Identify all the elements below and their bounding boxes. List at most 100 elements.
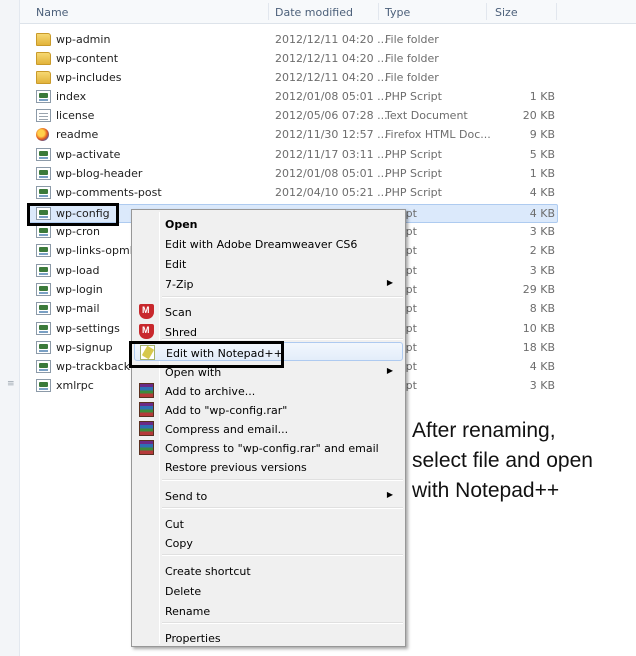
menu-item-create-shortcut[interactable]: Create shortcut <box>134 561 403 580</box>
column-header-bar: Name Date modified Type Size <box>20 0 636 24</box>
submenu-arrow-icon: ▶ <box>386 490 393 499</box>
file-type: PHP Script <box>385 148 442 161</box>
menu-separator <box>162 338 403 340</box>
file-size: 4 KB <box>529 360 555 373</box>
menu-item-delete[interactable]: Delete <box>134 581 403 600</box>
menu-item-label: Create shortcut <box>165 565 251 578</box>
annotation-line: After renaming, <box>412 419 556 442</box>
php-file-icon <box>36 186 51 199</box>
file-size: 29 KB <box>522 283 555 296</box>
file-row-index[interactable]: index 2012/01/08 05:01 ... PHP Script 1 KB <box>20 87 636 106</box>
column-header-type[interactable]: Type <box>385 6 410 19</box>
menu-item-rename[interactable]: Rename <box>134 601 403 620</box>
php-file-icon <box>36 148 51 161</box>
menu-item-add-to-archive[interactable]: Add to archive... <box>134 381 403 400</box>
menu-separator <box>162 507 403 509</box>
php-file-icon <box>36 302 51 315</box>
file-name: wp-trackback <box>56 360 131 373</box>
file-name: readme <box>56 128 99 141</box>
folder-icon <box>36 33 51 46</box>
php-file-icon <box>36 225 51 238</box>
menu-item-label: Add to archive... <box>165 385 256 398</box>
file-date: 2012/04/10 05:21 ... <box>275 186 388 199</box>
file-name: wp-login <box>56 283 103 296</box>
menu-item-label: Cut <box>165 518 184 531</box>
pane-resize-grip-icon[interactable]: ≡ <box>7 380 15 389</box>
menu-item-label: Add to "wp-config.rar" <box>165 404 288 417</box>
column-divider[interactable] <box>556 3 557 20</box>
file-size: 4 KB <box>529 207 555 220</box>
file-row-wp-comments-post[interactable]: wp-comments-post 2012/04/10 05:21 ... PHP … <box>20 183 636 202</box>
file-row-wp-content[interactable]: wp-content 2012/12/11 04:20 ... File folde… <box>20 49 636 68</box>
menu-item-label: Send to <box>165 490 208 503</box>
file-name: wp-signup <box>56 341 113 354</box>
file-size: 3 KB <box>529 379 555 392</box>
php-file-icon <box>36 283 51 296</box>
menu-item-edit[interactable]: Edit <box>134 254 403 273</box>
column-header-size[interactable]: Size <box>495 6 518 19</box>
mcafee-icon <box>139 304 154 319</box>
menu-item-label: Compress and email... <box>165 423 289 436</box>
file-type: File folder <box>385 33 439 46</box>
menu-separator <box>162 554 403 556</box>
menu-item-copy[interactable]: Copy <box>134 533 403 552</box>
php-file-icon <box>36 264 51 277</box>
column-header-date-modified[interactable]: Date modified <box>275 6 353 19</box>
file-date: 2012/01/08 05:01 ... <box>275 167 388 180</box>
file-type: File folder <box>385 52 439 65</box>
file-row-readme[interactable]: readme 2012/11/30 12:57 ... Firefox HTML D… <box>20 125 636 144</box>
column-divider[interactable] <box>268 3 269 20</box>
menu-item-compress-and-email[interactable]: Compress and email... <box>134 419 403 438</box>
menu-item-restore-previous-versions[interactable]: Restore previous versions <box>134 457 403 476</box>
file-size: 4 KB <box>529 186 555 199</box>
menu-item-open[interactable]: Open <box>134 214 403 233</box>
menu-item-edit-with-adobe-dreamweaver-cs6[interactable]: Edit with Adobe Dreamweaver CS6 <box>134 234 403 253</box>
php-file-icon <box>36 90 51 103</box>
context-menu: Open Edit with Adobe Dreamweaver CS6 Edit 7… <box>131 209 406 647</box>
notepad-plus-plus-highlight-box <box>129 341 284 368</box>
file-name: wp-blog-header <box>56 167 143 180</box>
file-row-wp-includes[interactable]: wp-includes 2012/12/11 04:20 ... File fold… <box>20 68 636 87</box>
menu-item-send-to[interactable]: Send to ▶ <box>134 486 403 505</box>
menu-separator <box>162 296 403 298</box>
menu-item-label: Edit with Adobe Dreamweaver CS6 <box>165 238 358 251</box>
file-type: File folder <box>385 71 439 84</box>
file-date: 2012/01/08 05:01 ... <box>275 90 388 103</box>
folder-icon <box>36 71 51 84</box>
winrar-icon <box>139 383 154 398</box>
winrar-icon <box>139 440 154 455</box>
navigation-pane-edge: ≡ <box>0 0 20 656</box>
php-file-icon <box>36 322 51 335</box>
menu-item-7-zip[interactable]: 7-Zip ▶ <box>134 274 403 293</box>
menu-item-label: Rename <box>165 605 211 618</box>
column-header-name[interactable]: Name <box>36 6 68 19</box>
menu-item-label: Open <box>165 218 198 231</box>
menu-item-cut[interactable]: Cut <box>134 514 403 533</box>
file-date: 2012/12/11 04:20 ... <box>275 33 388 46</box>
menu-item-label: Restore previous versions <box>165 461 307 474</box>
menu-separator <box>162 622 403 624</box>
file-date: 2012/11/30 12:57 ... <box>275 128 388 141</box>
file-type: PHP Script <box>385 90 442 103</box>
file-name: wp-admin <box>56 33 111 46</box>
file-row-wp-blog-header[interactable]: wp-blog-header 2012/01/08 05:01 ... PHP Sc… <box>20 164 636 183</box>
column-divider[interactable] <box>378 3 379 20</box>
php-file-icon <box>36 341 51 354</box>
file-name: wp-content <box>56 52 119 65</box>
file-name: xmlrpc <box>56 379 94 392</box>
menu-item-scan[interactable]: Scan <box>134 302 403 321</box>
menu-item-compress-to-wp-config-rar-and-email[interactable]: Compress to "wp-config.rar" and email <box>134 438 403 457</box>
file-type: PHP Script <box>385 186 442 199</box>
column-divider[interactable] <box>486 3 487 20</box>
folder-icon <box>36 52 51 65</box>
menu-item-add-to-wp-config-rar[interactable]: Add to "wp-config.rar" <box>134 400 403 419</box>
file-row-wp-activate[interactable]: wp-activate 2012/11/17 03:11 ... PHP Scrip… <box>20 145 636 164</box>
file-name: wp-mail <box>56 302 100 315</box>
menu-item-properties[interactable]: Properties <box>134 628 403 647</box>
php-file-icon <box>36 244 51 257</box>
menu-item-label: 7-Zip <box>165 278 194 291</box>
file-row-wp-admin[interactable]: wp-admin 2012/12/11 04:20 ... File folder <box>20 30 636 49</box>
menu-separator <box>162 479 403 481</box>
file-row-license[interactable]: license 2012/05/06 07:28 ... Text Document… <box>20 106 636 125</box>
file-date: 2012/11/17 03:11 ... <box>275 148 388 161</box>
